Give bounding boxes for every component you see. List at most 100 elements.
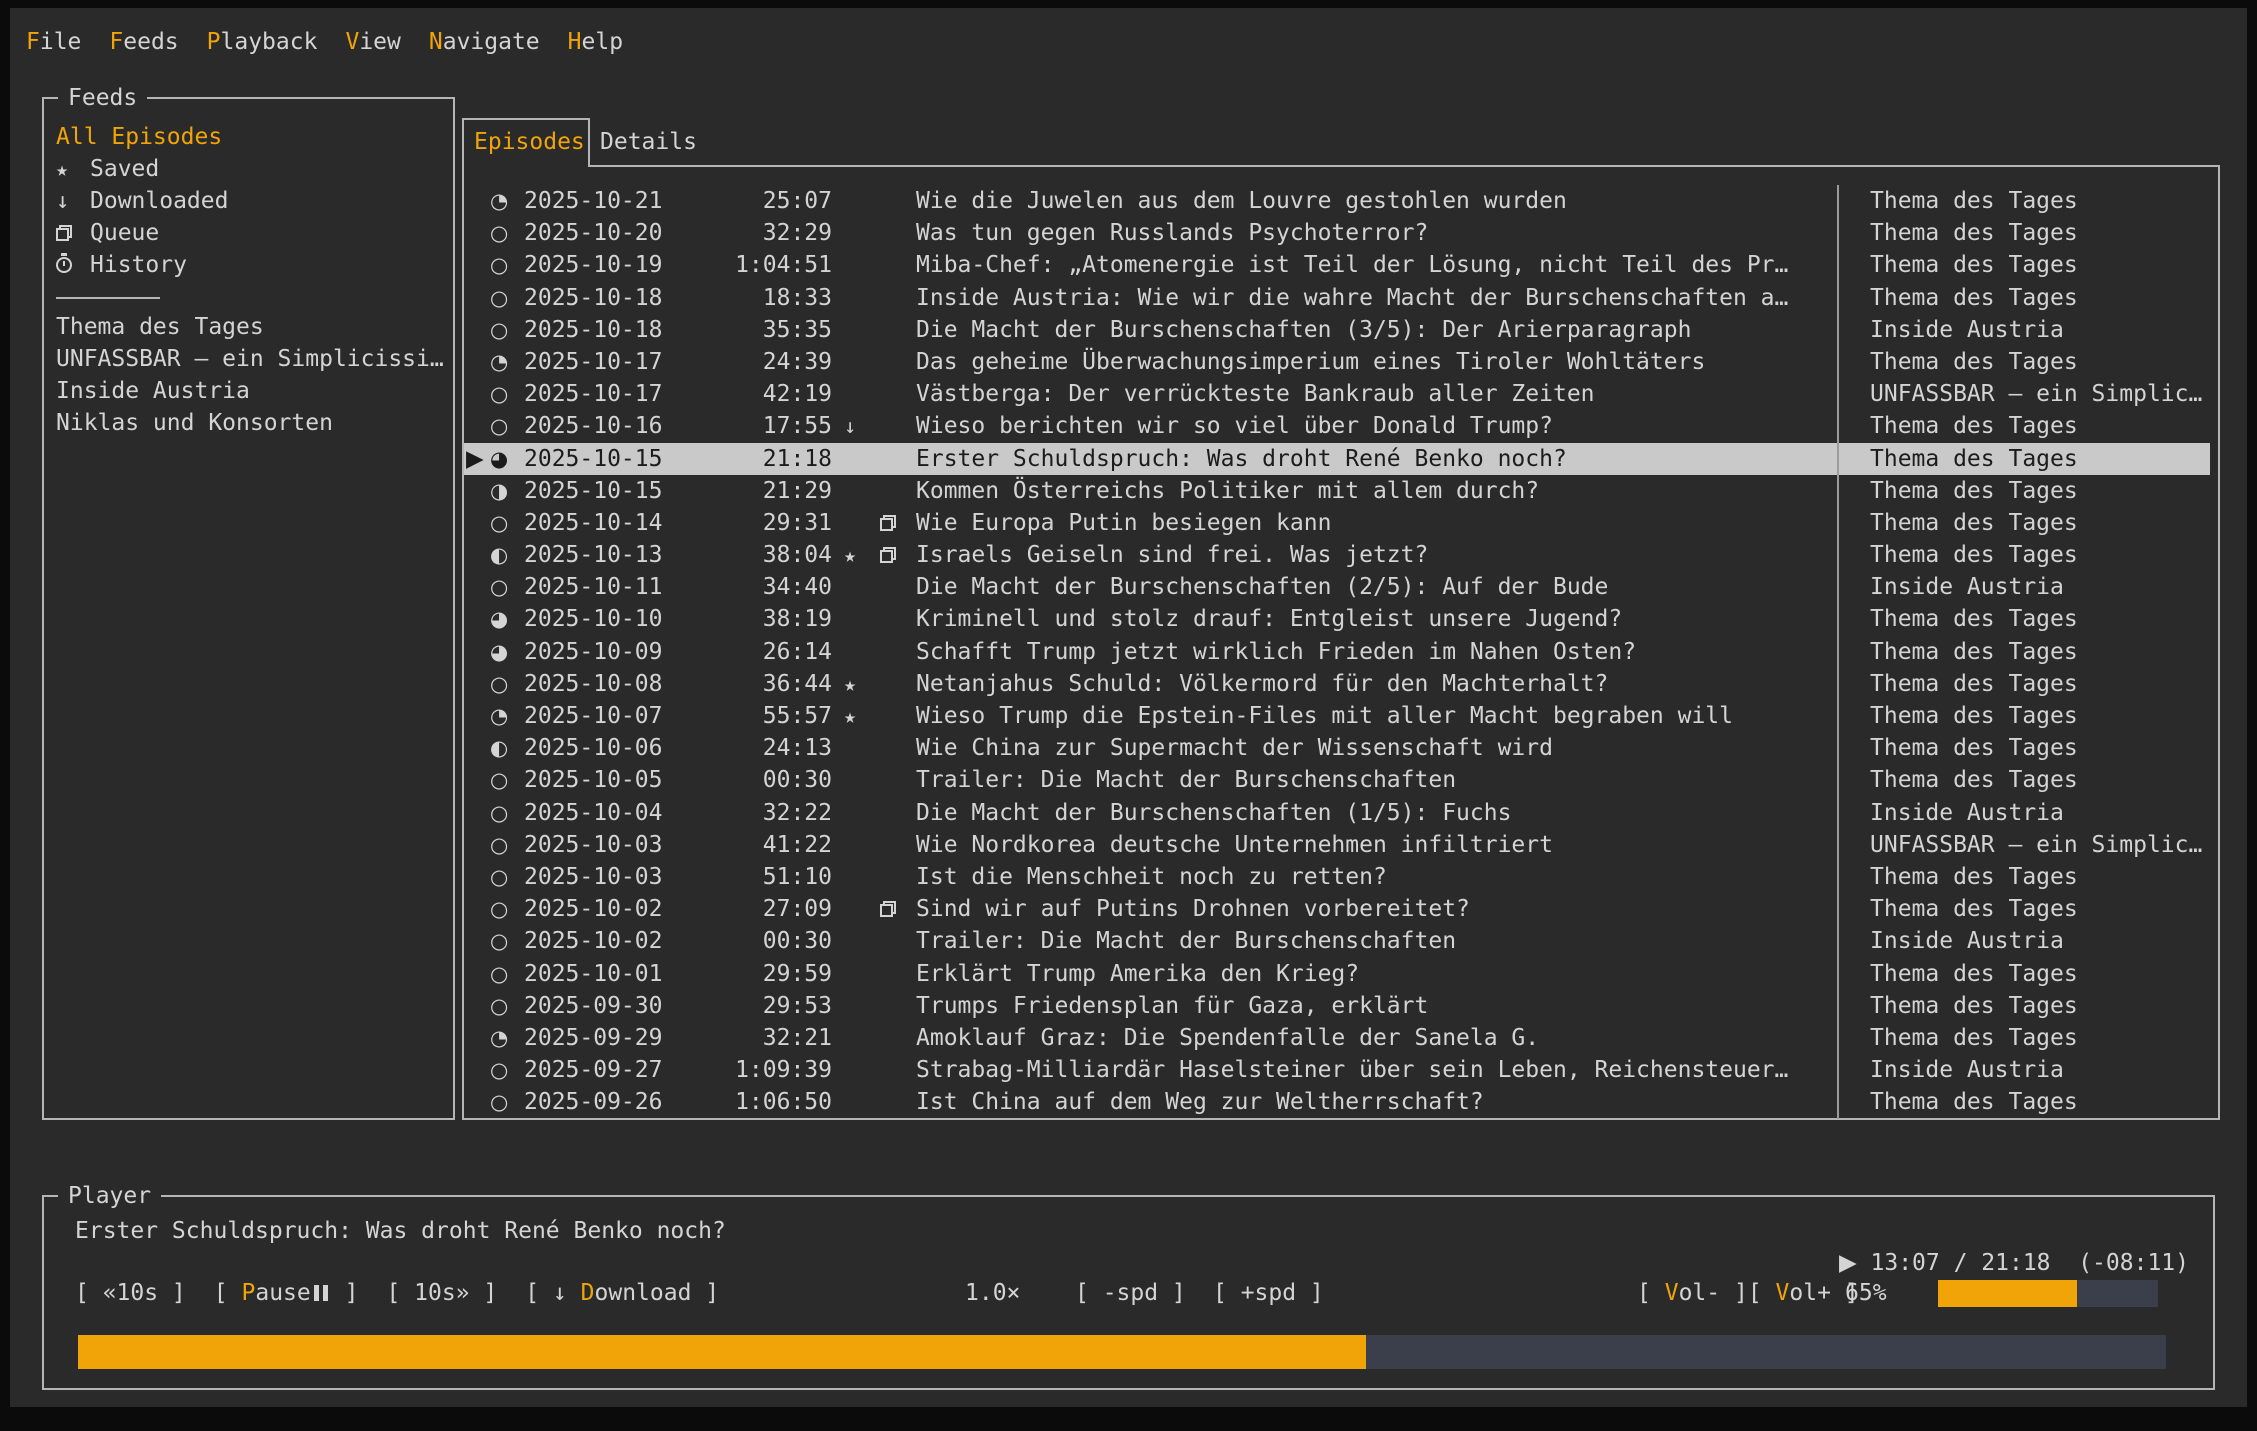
- episode-row[interactable]: ○2025-10-1742:19Västberga: Der verrückte…: [464, 378, 2210, 410]
- episode-flag-icon: [832, 603, 868, 635]
- episode-row[interactable]: ○2025-10-0200:30Trailer: Die Macht der B…: [464, 925, 2210, 957]
- episode-row[interactable]: ◕2025-10-0926:14Schafft Trump jetzt wirk…: [464, 636, 2210, 668]
- episode-date: 2025-09-30: [524, 990, 668, 1022]
- episode-feed: Thema des Tages: [1836, 410, 2210, 442]
- episode-row[interactable]: ○2025-10-1617:55↓Wieso berichten wir so …: [464, 410, 2210, 442]
- episode-row[interactable]: ▶◕2025-10-1521:18Erster Schuldspruch: Wa…: [464, 443, 2210, 475]
- episode-title: Strabag-Milliardär Haselsteiner über sei…: [908, 1054, 1836, 1086]
- selected-row-marker: [464, 314, 490, 346]
- sidebar-item-all-episodes[interactable]: All Episodes: [56, 121, 453, 153]
- episode-row[interactable]: ○2025-10-2032:29Was tun gegen Russlands …: [464, 217, 2210, 249]
- pause-button[interactable]: [ Pause ]: [214, 1277, 359, 1309]
- selected-row-marker: [464, 249, 490, 281]
- episode-queue-slot: [868, 539, 908, 571]
- episode-duration: 29:53: [668, 990, 832, 1022]
- menu-item-help[interactable]: Help: [568, 29, 623, 55]
- menu-item-navigate[interactable]: Navigate: [429, 29, 540, 55]
- episode-feed: Thema des Tages: [1836, 636, 2210, 668]
- feed-item[interactable]: UNFASSBAR – ein Simplicissi…: [56, 343, 447, 375]
- selected-row-marker: [464, 636, 490, 668]
- feed-item[interactable]: Thema des Tages: [56, 311, 447, 343]
- episode-queue-slot: [868, 990, 908, 1022]
- volume-down-button[interactable]: [ Vol- ]: [1637, 1277, 1748, 1309]
- episode-row[interactable]: ○2025-09-271:09:39Strabag-Milliardär Has…: [464, 1054, 2210, 1086]
- episode-feed: Thema des Tages: [1836, 185, 2210, 217]
- episode-date: 2025-10-13: [524, 539, 668, 571]
- episode-row[interactable]: ○2025-10-0129:59Erklärt Trump Amerika de…: [464, 958, 2210, 990]
- transport-controls: [ «10s ] [ Pause ] [ 10s» ] [ ↓ Download ]: [75, 1277, 719, 1309]
- episode-date: 2025-10-15: [524, 475, 668, 507]
- episode-date: 2025-10-14: [524, 507, 668, 539]
- menu-item-file[interactable]: File: [26, 29, 81, 55]
- episode-row[interactable]: ○2025-10-1134:40Die Macht der Burschensc…: [464, 571, 2210, 603]
- episode-feed: Thema des Tages: [1836, 668, 2210, 700]
- episode-row[interactable]: ◔2025-10-1724:39Das geheime Überwachungs…: [464, 346, 2210, 378]
- progress-bar[interactable]: [78, 1335, 2166, 1369]
- feed-item[interactable]: Inside Austria: [56, 375, 447, 407]
- terminal-background: FileFeedsPlaybackViewNavigateHelp Feeds …: [10, 8, 2247, 1407]
- episode-row[interactable]: ○2025-10-1429:31Wie Europa Putin besiege…: [464, 507, 2210, 539]
- episode-flag-icon: [832, 925, 868, 957]
- episode-feed: Thema des Tages: [1836, 249, 2210, 281]
- volume-bar[interactable]: [1938, 1280, 2158, 1307]
- feeds-panel-title: Feeds: [58, 82, 147, 114]
- menu-item-view[interactable]: View: [345, 29, 400, 55]
- episode-row[interactable]: ○2025-09-261:06:50Ist China auf dem Weg …: [464, 1086, 2210, 1118]
- episode-row[interactable]: ○2025-10-0432:22Die Macht der Burschensc…: [464, 797, 2210, 829]
- menu-item-playback[interactable]: Playback: [207, 29, 318, 55]
- episode-flag-icon: [832, 893, 868, 925]
- tab-details[interactable]: Details: [600, 126, 697, 158]
- episode-duration: 1:09:39: [668, 1054, 832, 1086]
- tab-episodes[interactable]: Episodes: [462, 118, 590, 167]
- volume-up-button[interactable]: [ Vol+ ]: [1748, 1277, 1859, 1309]
- episode-row[interactable]: ○2025-10-1818:33Inside Austria: Wie wir …: [464, 282, 2210, 314]
- menu-item-feeds[interactable]: Feeds: [109, 29, 178, 55]
- speed-up-button[interactable]: [ +spd ]: [1213, 1277, 1324, 1309]
- episode-row[interactable]: ○2025-10-0351:10Ist die Menschheit noch …: [464, 861, 2210, 893]
- episode-flag-icon: [832, 217, 868, 249]
- sidebar-item-history[interactable]: History: [56, 249, 453, 281]
- episode-feed: Thema des Tages: [1836, 539, 2210, 571]
- speed-down-button[interactable]: [ -spd ]: [1075, 1277, 1186, 1309]
- episode-row[interactable]: ○2025-09-3029:53Trumps Friedensplan für …: [464, 990, 2210, 1022]
- episode-row[interactable]: ○2025-10-0500:30Trailer: Die Macht der B…: [464, 764, 2210, 796]
- sidebar-item-queue[interactable]: Queue: [56, 217, 453, 249]
- episode-row[interactable]: ◔2025-09-2932:21Amoklauf Graz: Die Spend…: [464, 1022, 2210, 1054]
- episode-duration: 29:59: [668, 958, 832, 990]
- sidebar-item-saved[interactable]: ★Saved: [56, 153, 453, 185]
- selected-row-marker: [464, 571, 490, 603]
- play-progress-icon: ○: [490, 797, 524, 829]
- episode-feed: Inside Austria: [1836, 571, 2210, 603]
- feed-item[interactable]: Niklas und Konsorten: [56, 407, 447, 439]
- skip-back-button[interactable]: [ «10s ]: [75, 1277, 186, 1309]
- skip-forward-button[interactable]: [ 10s» ]: [386, 1277, 497, 1309]
- selected-row-marker: [464, 829, 490, 861]
- play-progress-icon: ○: [490, 861, 524, 893]
- episode-flag-icon: [832, 829, 868, 861]
- selected-row-marker: [464, 539, 490, 571]
- episode-date: 2025-10-08: [524, 668, 668, 700]
- selected-row-marker: [464, 732, 490, 764]
- episode-row[interactable]: ○2025-10-191:04:51Miba-Chef: „Atomenergi…: [464, 249, 2210, 281]
- sidebar-item-downloaded[interactable]: ↓Downloaded: [56, 185, 453, 217]
- episode-row[interactable]: ◐2025-10-0624:13Wie China zur Supermacht…: [464, 732, 2210, 764]
- episode-row[interactable]: ○2025-10-0227:09Sind wir auf Putins Droh…: [464, 893, 2210, 925]
- episode-date: 2025-10-07: [524, 700, 668, 732]
- episode-row[interactable]: ◔2025-10-0755:57★Wieso Trump die Epstein…: [464, 700, 2210, 732]
- play-progress-icon: ○: [490, 990, 524, 1022]
- episode-row[interactable]: ◕2025-10-1038:19Kriminell und stolz drau…: [464, 603, 2210, 635]
- download-button[interactable]: [ ↓ Download ]: [525, 1277, 719, 1309]
- episode-row[interactable]: ◐2025-10-1338:04★Israels Geiseln sind fr…: [464, 539, 2210, 571]
- volume-bar-fill: [1938, 1280, 2077, 1307]
- episode-title: Die Macht der Burschenschaften (2/5): Au…: [908, 571, 1836, 603]
- episode-row[interactable]: ○2025-10-0341:22Wie Nordkorea deutsche U…: [464, 829, 2210, 861]
- episode-row[interactable]: ○2025-10-1835:35Die Macht der Burschensc…: [464, 314, 2210, 346]
- episode-row[interactable]: ◔2025-10-2125:07Wie die Juwelen aus dem …: [464, 185, 2210, 217]
- episode-row[interactable]: ◑2025-10-1521:29Kommen Österreichs Polit…: [464, 475, 2210, 507]
- selected-row-marker: [464, 990, 490, 1022]
- episode-title: Inside Austria: Wie wir die wahre Macht …: [908, 282, 1836, 314]
- episode-queue-slot: [868, 282, 908, 314]
- selected-row-marker: [464, 1054, 490, 1086]
- episode-date: 2025-10-16: [524, 410, 668, 442]
- episode-row[interactable]: ○2025-10-0836:44★Netanjahus Schuld: Völk…: [464, 668, 2210, 700]
